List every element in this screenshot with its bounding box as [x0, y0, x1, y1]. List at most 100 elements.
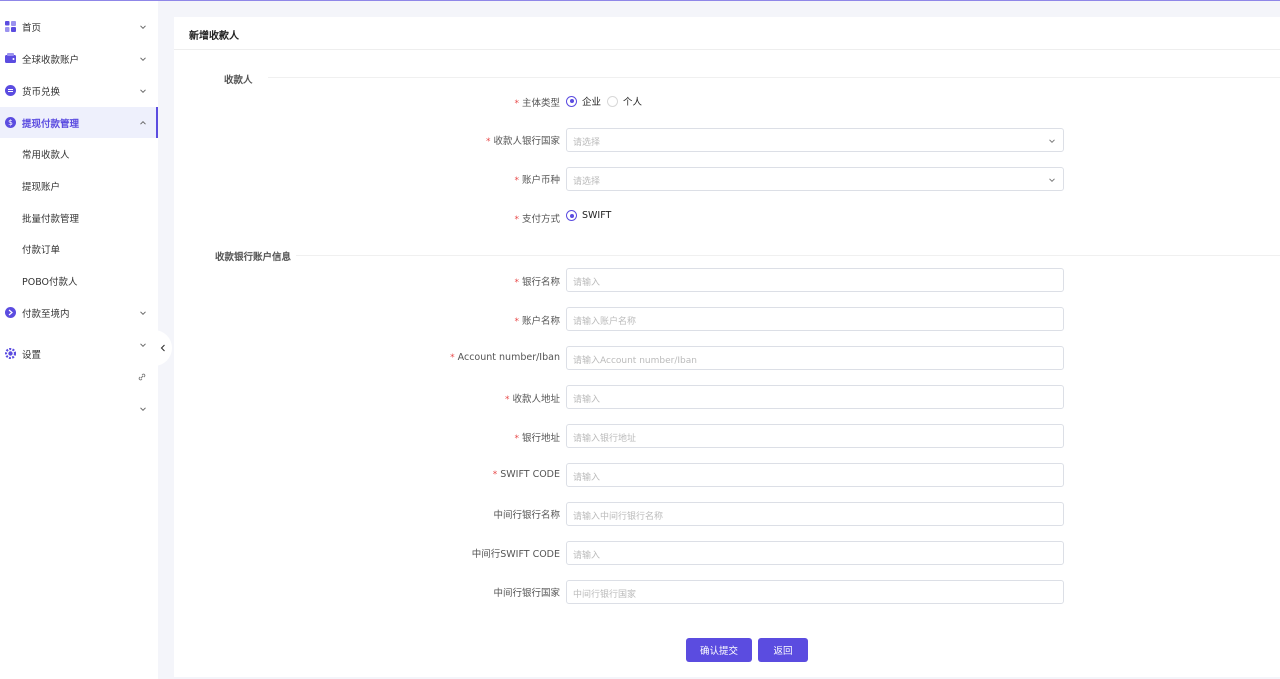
- entity-type-radio-group: 企业 个人: [566, 94, 648, 108]
- bank-address-input[interactable]: 请输入银行地址: [566, 424, 1064, 448]
- currency-label: * 账户币种: [310, 172, 560, 186]
- chevron-down-icon[interactable]: [138, 404, 148, 414]
- sidebar-item-label: 设置: [22, 349, 42, 361]
- payee-address-label: * 收款人地址: [310, 391, 560, 405]
- select-placeholder: 请选择: [573, 138, 601, 148]
- label-text: 账户币种: [521, 175, 560, 186]
- gear-icon: [5, 348, 16, 359]
- intermediary-swift-label: 中间行SWIFT CODE: [310, 546, 560, 560]
- label-text: 中间行银行名称: [493, 510, 560, 521]
- radio-label: 企业: [582, 97, 602, 108]
- bank-name-input[interactable]: 请输入: [566, 268, 1064, 292]
- radio-entity-individual[interactable]: 个人: [607, 94, 642, 108]
- label-text: 账户名称: [521, 316, 560, 327]
- label-text: 中间行SWIFT CODE: [471, 549, 560, 560]
- main-panel: 新增收款人 收款人 * 主体类型 企业 个人 * 收款人银行国家 请选择 * 账户币种…: [174, 17, 1280, 677]
- sidebar-subitem-label: 批量付款管理: [22, 213, 80, 225]
- radio-dot: [566, 210, 577, 221]
- top-accent-line: [0, 0, 1280, 1]
- svg-text:$: $: [8, 118, 13, 127]
- wallet-icon: [5, 53, 16, 64]
- transfer-icon: [5, 307, 16, 318]
- back-button[interactable]: 返回: [758, 638, 808, 662]
- payment-method-label: * 支付方式: [310, 211, 560, 225]
- label-text: 收款人地址: [512, 394, 560, 405]
- sidebar-subitem-batch-payments[interactable]: 批量付款管理: [0, 202, 158, 233]
- sidebar-item-currency-exchange[interactable]: 货币兑换: [0, 75, 158, 106]
- sidebar-subitem-withdraw-accounts[interactable]: 提现账户: [0, 170, 158, 201]
- sidebar-item-withdraw-payment[interactable]: $ 提现付款管理: [0, 107, 158, 138]
- account-name-input[interactable]: 请输入账户名称: [566, 307, 1064, 331]
- currency-select[interactable]: 请选择: [566, 167, 1064, 191]
- exchange-icon: [5, 85, 16, 96]
- sidebar-subitem-label: 付款订单: [22, 244, 61, 256]
- dollar-icon: $: [5, 117, 16, 128]
- swift-code-label: * SWIFT CODE: [310, 469, 560, 480]
- chevron-down-icon: [140, 24, 146, 29]
- section-divider: [296, 255, 1280, 256]
- input-placeholder: 请输入: [573, 551, 601, 561]
- label-text: 中间行银行国家: [493, 588, 560, 599]
- swift-code-input[interactable]: 请输入: [566, 463, 1064, 487]
- sidebar: 首页 全球收款账户 货币兑换 $ 提现付款管理 常用收款人 提现账户 批量付款管…: [0, 1, 158, 679]
- intermediary-country-input[interactable]: 中间行银行国家: [566, 580, 1064, 604]
- required-mark: *: [514, 215, 519, 225]
- intermediary-bank-name-input[interactable]: 请输入中间行银行名称: [566, 502, 1064, 526]
- radio-label: SWIFT: [582, 210, 612, 221]
- input-placeholder: 请输入: [573, 473, 601, 483]
- required-mark: *: [504, 395, 510, 405]
- label-text: 银行名称: [521, 277, 560, 288]
- radio-payment-swift[interactable]: SWIFT: [566, 210, 611, 221]
- sidebar-subitem-label: 常用收款人: [22, 149, 70, 161]
- chevron-up-icon: [140, 120, 146, 125]
- chevron-down-icon: [140, 56, 146, 61]
- radio-entity-company[interactable]: 企业: [566, 94, 601, 108]
- intermediary-bank-name-label: 中间行银行名称: [310, 507, 560, 521]
- label-text: 主体类型: [521, 98, 560, 109]
- required-mark: *: [514, 317, 519, 327]
- dashboard-icon: [5, 21, 16, 32]
- link-icon[interactable]: [137, 372, 147, 382]
- section-title-payee: 收款人: [224, 75, 253, 86]
- sidebar-item-home[interactable]: 首页: [0, 11, 158, 42]
- bank-name-label: * 银行名称: [310, 274, 560, 288]
- sidebar-subitem-payment-orders[interactable]: 付款订单: [0, 233, 158, 264]
- sidebar-item-global-accounts[interactable]: 全球收款账户: [0, 43, 158, 74]
- bank-country-select[interactable]: 请选择: [566, 128, 1064, 152]
- sidebar-collapse-button[interactable]: [154, 330, 172, 366]
- input-placeholder: 请输入中间行银行名称: [573, 512, 664, 522]
- required-mark: *: [514, 176, 519, 186]
- sidebar-subitem-pobo-payers[interactable]: POBO付款人: [0, 265, 158, 296]
- submit-button[interactable]: 确认提交: [686, 638, 752, 662]
- input-placeholder: 请输入银行地址: [573, 434, 637, 444]
- input-placeholder: 请输入Account number/Iban: [573, 356, 697, 366]
- radio-dot: [566, 95, 577, 107]
- page-title: 新增收款人: [189, 31, 239, 42]
- section-divider: [268, 77, 1280, 78]
- label-text: Account number/Iban: [457, 352, 560, 363]
- input-placeholder: 请输入: [573, 278, 601, 288]
- sidebar-item-label: 全球收款账户: [22, 54, 80, 66]
- sidebar-subitem-common-payees[interactable]: 常用收款人: [0, 138, 158, 169]
- sidebar-subitem-label: 提现账户: [22, 181, 61, 193]
- payment-method-radio-group: SWIFT: [566, 210, 617, 221]
- bank-country-label: * 收款人银行国家: [310, 133, 560, 147]
- payee-address-input[interactable]: 请输入: [566, 385, 1064, 409]
- sidebar-item-settings[interactable]: 设置: [0, 338, 158, 369]
- sidebar-item-label: 提现付款管理: [22, 118, 80, 130]
- sidebar-item-label: 首页: [22, 22, 42, 34]
- intermediary-swift-input[interactable]: 请输入: [566, 541, 1064, 565]
- required-mark: *: [485, 137, 491, 147]
- required-mark: *: [514, 434, 519, 444]
- account-number-input[interactable]: 请输入Account number/Iban: [566, 346, 1064, 370]
- input-placeholder: 请输入: [573, 395, 601, 405]
- radio-label: 个人: [623, 97, 643, 108]
- chevron-down-icon: [140, 88, 146, 93]
- sidebar-item-domestic-payment[interactable]: 付款至境内: [0, 297, 158, 328]
- sidebar-subitem-label: POBO付款人: [22, 276, 78, 288]
- sidebar-item-label: 付款至境内: [22, 308, 70, 320]
- chevron-down-icon: [1049, 178, 1055, 183]
- required-mark: *: [492, 470, 498, 480]
- chevron-down-icon: [1049, 139, 1055, 144]
- label-text: SWIFT CODE: [500, 469, 560, 480]
